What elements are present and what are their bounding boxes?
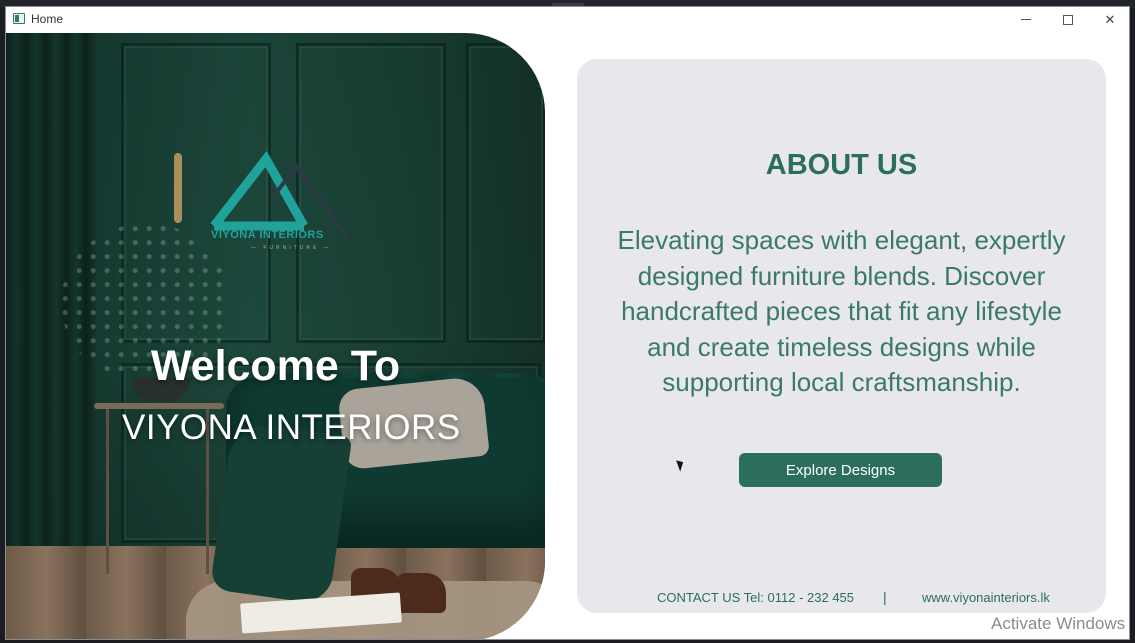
welcome-text: Welcome To — [150, 342, 401, 390]
logo-text: VIYONA INTERIORS — [211, 229, 324, 241]
minimize-icon — [1021, 19, 1031, 20]
footer-separator: | — [883, 589, 887, 605]
maximize-icon — [1063, 14, 1073, 25]
website-link[interactable]: www.viyonainteriors.lk — [922, 590, 1050, 605]
hero-image-panel: VIYONA INTERIORS — FURNITURE — Welcome T… — [6, 33, 545, 639]
app-icon — [13, 13, 25, 24]
minimize-button[interactable] — [1005, 7, 1047, 32]
close-button[interactable]: ✕ — [1089, 7, 1129, 32]
welcome-heading: Welcome To — [6, 342, 545, 391]
title-bar[interactable]: Home ✕ — [6, 7, 1129, 32]
about-description: Elevating spaces with elegant, expertly … — [617, 225, 1066, 397]
brand-name: VIYONA INTERIORS — [122, 408, 461, 447]
contact-phone: CONTACT US Tel: 0112 - 232 455 — [657, 590, 855, 605]
explore-designs-button[interactable]: Explore Designs — [739, 453, 942, 487]
wall-sconce — [174, 153, 182, 223]
logo-subtext: — FURNITURE — — [251, 245, 332, 251]
side-table-leg — [106, 409, 109, 574]
activate-windows-watermark: Activate Windows — [991, 614, 1126, 633]
about-card: ABOUT US Elevating spaces with elegant, … — [577, 59, 1106, 613]
maximize-button[interactable] — [1047, 7, 1089, 32]
app-window: Home ✕ VIYONA INTERIORS — FURNITURE — We… — [5, 6, 1130, 640]
about-title: ABOUT US — [765, 149, 918, 181]
wall-panel — [466, 43, 545, 343]
window-title: Home — [31, 12, 64, 26]
throw-blanket — [209, 420, 353, 606]
close-icon: ✕ — [1104, 11, 1116, 27]
shoe — [396, 573, 446, 613]
